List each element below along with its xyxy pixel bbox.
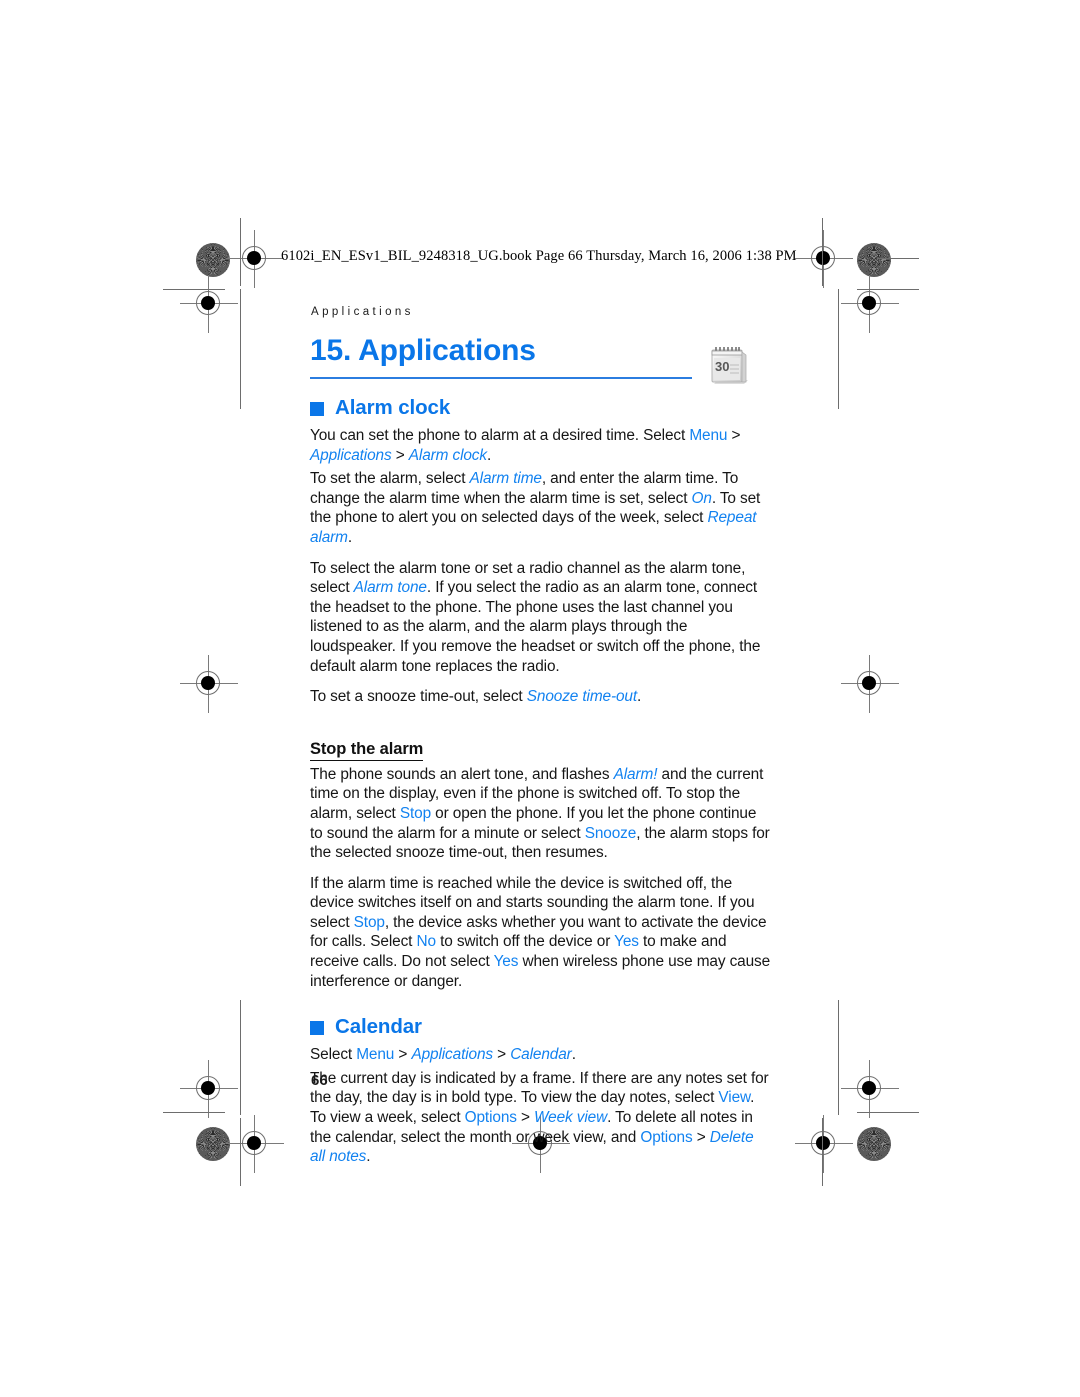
text-run: to switch off the device or: [435, 933, 615, 951]
registration-mark-bottom-right-inner: [841, 1060, 899, 1118]
starburst-mark-top-left: [196, 243, 230, 277]
starburst-mark-bottom-right: [857, 1127, 891, 1161]
registration-dot: [247, 1136, 261, 1150]
paragraph-alarm-device-off: If the alarm time is reached while the d…: [310, 874, 772, 992]
text-run: Alarm time: [469, 470, 542, 488]
trim-line-bottom-left-horizontal: [163, 1112, 225, 1113]
registration-dot: [247, 251, 261, 265]
trim-line-left-vertical-lower: [240, 1000, 241, 1115]
trim-line-right-vertical-lower: [838, 1000, 839, 1115]
text-run: To set a snooze time-out, select: [310, 688, 527, 706]
section-heading-label: Calendar: [335, 1015, 422, 1039]
registration-dot: [862, 296, 876, 310]
source-file-header: 6102i_EN_ESv1_BIL_9248318_UG.book Page 6…: [281, 248, 797, 264]
registration-dot: [201, 296, 215, 310]
text-run: Stop: [399, 804, 432, 822]
text-run: Alarm clock: [408, 446, 487, 464]
page-number: 66: [311, 1072, 328, 1089]
text-run: No: [416, 933, 436, 951]
starburst-mark-top-right: [857, 243, 891, 277]
paragraph-calendar-path: Select Menu > Applications > Calendar.: [310, 1045, 772, 1065]
registration-mark-bottom-left-inner: [226, 1115, 284, 1173]
text-run: Yes: [614, 933, 639, 951]
text-run: Alarm!: [613, 765, 658, 783]
text-run: >: [516, 1109, 535, 1127]
text-run: On: [691, 489, 712, 507]
text-run: Select: [310, 1046, 357, 1064]
registration-mark-bottom-right-outer: [795, 1115, 853, 1173]
text-run: To set the alarm, select: [310, 470, 470, 488]
registration-mark-right-middle: [841, 655, 899, 713]
section-heading-label: Alarm clock: [335, 396, 451, 419]
registration-dot: [862, 1081, 876, 1095]
paragraph-alarm-intro: You can set the phone to alarm at a desi…: [310, 426, 772, 465]
trim-line-left-vertical-long: [240, 289, 241, 409]
registration-mark-top-right-outer: [841, 275, 899, 333]
svg-text:30: 30: [715, 359, 729, 374]
text-run: The current day is indicated by a frame.…: [310, 1069, 769, 1107]
starburst-mark-bottom-left: [196, 1127, 230, 1161]
text-run: Options: [640, 1128, 693, 1146]
text-run: .: [366, 1148, 371, 1166]
section-heading-alarm-clock: Alarm clock: [310, 396, 772, 420]
registration-dot: [862, 676, 876, 690]
text-run: Options: [464, 1109, 517, 1127]
paragraph-snooze-timeout: To set a snooze time-out, select Snooze …: [310, 687, 772, 707]
registration-dot: [201, 1081, 215, 1095]
text-run: Stop: [353, 913, 385, 931]
paragraph-alarm-tone: To select the alarm tone or set a radio …: [310, 559, 772, 677]
registration-mark-top-left-outer: [180, 275, 238, 333]
section-heading-calendar: Calendar: [310, 1015, 772, 1039]
trim-line-top-left-vertical: [240, 218, 241, 286]
chapter-title-rule: [310, 377, 692, 380]
text-run: Calendar: [510, 1046, 572, 1064]
paragraph-calendar-usage: The current day is indicated by a frame.…: [310, 1069, 772, 1167]
subsection-heading-stop-the-alarm: Stop the alarm: [310, 740, 423, 761]
trim-line-right-vertical-long: [838, 289, 839, 409]
text-run: Applications: [310, 446, 392, 464]
trim-line-bottom-right-horizontal: [857, 1112, 919, 1113]
trim-line-top-right-horizontal: [857, 289, 919, 290]
paragraph-stop-alarm-behavior: The phone sounds an alert tone, and flas…: [310, 765, 772, 863]
trim-line-bottom-right-vertical: [822, 1118, 823, 1186]
text-run: .: [571, 1046, 576, 1064]
text-run: >: [493, 1046, 511, 1064]
text-run: .: [486, 446, 492, 464]
text-run: Yes: [493, 953, 519, 971]
trim-line-top-left-horizontal: [163, 289, 225, 290]
text-run: Snooze: [584, 824, 637, 842]
text-run: Menu: [356, 1046, 395, 1064]
text-run: You can set the phone to alarm at a desi…: [310, 427, 690, 444]
trim-line-bottom-left-vertical: [240, 1118, 241, 1186]
text-run: >: [727, 427, 741, 444]
text-run: >: [394, 1046, 412, 1064]
text-run: The phone sounds an alert tone, and flas…: [310, 765, 614, 783]
text-run: .: [637, 688, 642, 706]
trim-line-top-right-vertical: [822, 218, 823, 286]
section-bullet-square-icon: [310, 402, 324, 416]
text-run: Week view: [534, 1109, 608, 1127]
text-run: Applications: [411, 1046, 493, 1064]
registration-dot: [201, 676, 215, 690]
text-run: Alarm tone: [353, 579, 427, 597]
desk-calendar-icon: 30: [700, 338, 756, 394]
paragraph-set-alarm: To set the alarm, select Alarm time, and…: [310, 469, 772, 547]
section-bullet-square-icon: [310, 1021, 324, 1036]
registration-mark-bottom-left-outer: [180, 1060, 238, 1118]
registration-dot: [816, 251, 830, 265]
text-run: >: [692, 1128, 710, 1146]
running-header: Applications: [311, 306, 414, 318]
page-body: Alarm clock You can set the phone to ala…: [310, 396, 772, 1178]
text-run: Snooze time-out: [526, 688, 638, 706]
file-header-rule: [877, 258, 919, 259]
text-run: .: [347, 528, 353, 546]
text-run: >: [391, 446, 409, 464]
text-run: Menu: [689, 427, 728, 444]
registration-mark-left-middle: [180, 655, 238, 713]
chapter-title: 15. Applications: [310, 334, 536, 367]
text-run: View: [718, 1089, 751, 1107]
registration-dot: [816, 1136, 830, 1150]
